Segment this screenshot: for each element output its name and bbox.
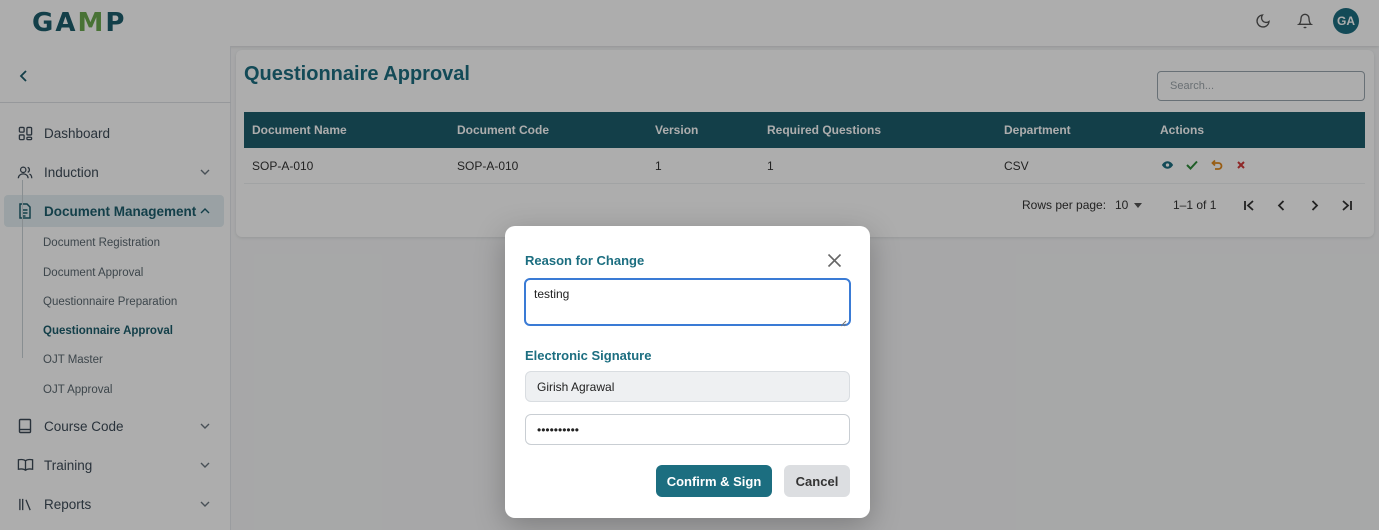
cancel-button[interactable]: Cancel — [784, 465, 850, 497]
electronic-signature-label: Electronic Signature — [525, 348, 652, 363]
reason-for-change-label: Reason for Change — [525, 253, 645, 268]
signer-name-field — [525, 371, 850, 402]
close-icon[interactable] — [825, 251, 843, 269]
reason-for-change-textarea[interactable]: testing — [524, 278, 851, 326]
signature-dialog: Reason for Change testing Electronic Sig… — [505, 226, 870, 518]
resize-handle-icon[interactable] — [839, 314, 847, 327]
confirm-sign-button[interactable]: Confirm & Sign — [656, 465, 772, 497]
password-field[interactable] — [525, 414, 850, 445]
